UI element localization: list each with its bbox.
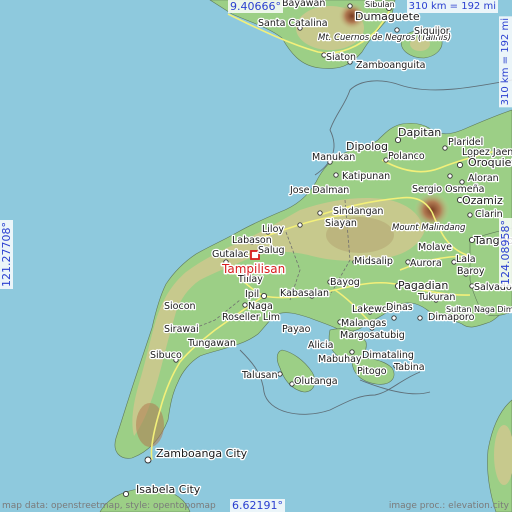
label-margosatubig: Margosatubig [340, 330, 405, 341]
label-siaton: Siaton [326, 52, 356, 63]
label-katipunan: Katipunan [342, 171, 390, 182]
label-midsalip: Midsalip [354, 256, 393, 267]
label-jose-dalman: Jose Dalman [289, 185, 349, 196]
label-bayog: Bayog [330, 277, 360, 288]
label-zamboanga-city: Zamboanga City [156, 447, 248, 460]
left-longitude-label: 121.27708° [0, 220, 13, 289]
label-gutalac: Gutalac [212, 249, 249, 260]
label-aurora: Aurora [410, 258, 442, 269]
vertical-scale-label: 310 km = 192 mi [499, 16, 512, 108]
label-dinas: Dinas [386, 302, 413, 313]
label-manukan: Manukan [312, 152, 355, 163]
label-kabasalan: Kabasalan [280, 288, 329, 299]
label-liloy: Liloy [262, 224, 284, 235]
label-malangas: Malangas [341, 318, 386, 329]
label-baroy: Baroy [457, 266, 485, 277]
label-roseller-lim: Roseller Lim [222, 312, 280, 323]
label-pitogo: Pitogo [357, 366, 387, 377]
label-ozamiz: Ozamiz [462, 194, 503, 207]
label-olutanga: Olutanga [294, 376, 338, 387]
label-siocon: Siocon [164, 301, 196, 312]
label-santa-catalina: Santa Catalina [258, 18, 328, 29]
label-payao: Payao [282, 324, 311, 335]
label-sirawai: Sirawai [164, 324, 199, 335]
label-tabina: Tabina [393, 362, 425, 373]
topographic-map[interactable]: Bayawan Sibulan Dumaguete Santa Catalina… [0, 0, 512, 512]
label-bayawan: Bayawan [282, 0, 325, 9]
label-pagadian: Pagadian [398, 279, 448, 292]
label-molave: Molave [418, 242, 452, 253]
label-sindangan: Sindangan [333, 206, 383, 217]
label-lala: Lala [456, 254, 476, 265]
label-sultan-naga-dimaporo: Sultan Naga Dimaporo [446, 305, 512, 314]
map-credit: map data: openstreetmap, style: opentopo… [2, 501, 216, 511]
label-sibulan: Sibulan [365, 0, 395, 9]
label-tungawan: Tungawan [187, 338, 236, 349]
label-dimataling: Dimataling [362, 350, 414, 361]
horizontal-scale-label: 310 km = 192 mi [406, 0, 498, 13]
label-ipil: Ipil [245, 289, 259, 300]
label-alicia: Alicia [308, 340, 333, 351]
label-naga: Nagа [248, 301, 273, 312]
label-mabuhay: Mabuhay [318, 354, 362, 365]
label-oroquieta: Oroquieta [468, 156, 512, 169]
label-siquijor: Siquijor [414, 26, 450, 37]
label-mount-malindang: Mount Malindang [392, 223, 466, 233]
right-longitude-label: 124.08958° [499, 218, 512, 287]
selected-place-label[interactable]: Tampilisan [220, 261, 287, 278]
label-sibuco: Sibuco [150, 350, 182, 361]
bottom-latitude-label: 6.62191° [230, 499, 285, 512]
label-siayan: Siayan [325, 218, 357, 229]
top-latitude-label: 9.40666° [228, 0, 283, 13]
label-dapitan: Dapitan [398, 126, 441, 139]
label-zamboanguita: Zamboanguita [356, 60, 426, 71]
label-talusan: Talusan [241, 370, 278, 381]
label-aloran: Aloran [468, 173, 499, 184]
label-salug: Salug [258, 245, 285, 256]
label-polanco: Polanco [388, 151, 425, 162]
processing-credit: image proc.: elevation.city [388, 501, 509, 511]
label-tukuran: Tukuran [417, 292, 455, 303]
label-isabela-city: Isabela City [136, 483, 201, 496]
